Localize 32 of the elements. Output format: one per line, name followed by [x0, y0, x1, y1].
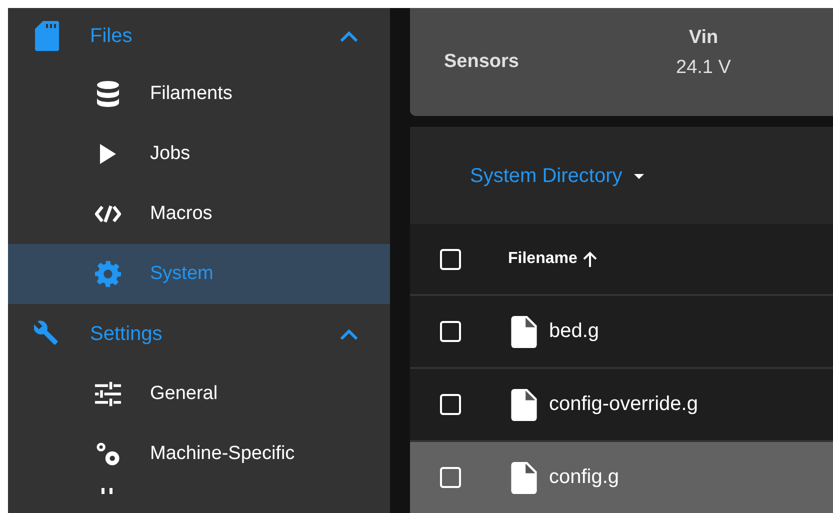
checkbox[interactable] [440, 321, 461, 342]
file-row[interactable]: config.g [410, 442, 833, 513]
play-icon [100, 144, 116, 164]
directory-dropdown[interactable]: System Directory [470, 160, 644, 192]
reading-value: 24.1 V [676, 57, 731, 79]
checkbox[interactable] [440, 394, 461, 415]
nav-item[interactable]: Filaments [8, 64, 390, 124]
checkbox[interactable] [440, 248, 461, 270]
file-icon [511, 462, 537, 494]
file-name: bed.g [549, 320, 600, 343]
file-name: config-override.g [549, 393, 698, 416]
sliders-icon [95, 381, 121, 407]
column-header[interactable]: Filename [508, 250, 598, 268]
nav-item[interactable]: Machine-Specific [8, 424, 390, 484]
file-name: config.g [549, 466, 620, 489]
nav-group[interactable]: Files [8, 8, 390, 64]
checkbox[interactable] [440, 467, 461, 488]
sd-card-icon [34, 21, 60, 51]
reading-label: Vin [688, 27, 718, 49]
file-icon [511, 388, 537, 420]
card-title: Sensors [444, 51, 520, 73]
chevron-icon [340, 30, 358, 42]
nav-item[interactable]: Jobs [8, 124, 390, 184]
database-icon [95, 81, 121, 107]
file-row[interactable]: bed.g [410, 296, 833, 369]
gear-icon [95, 261, 121, 287]
caret-icon [634, 174, 644, 178]
nav-item[interactable]: General [8, 364, 390, 424]
nav-item[interactable]: Macros [8, 184, 390, 244]
nav-group[interactable]: Settings [8, 304, 390, 364]
chevron-icon [340, 328, 358, 340]
file-icon [511, 316, 537, 348]
